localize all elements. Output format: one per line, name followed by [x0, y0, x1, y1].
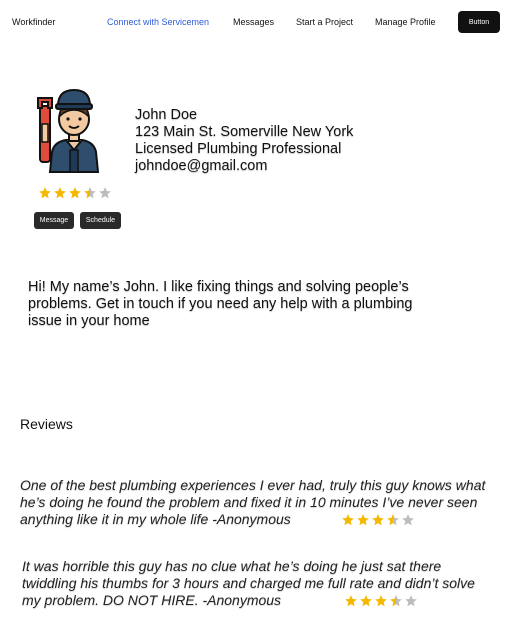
reviews-heading: Reviews	[20, 416, 73, 432]
profile-bio: Hi! My name’s John. I like fixing things…	[28, 279, 413, 329]
star-half-icon	[387, 514, 399, 526]
nav-link-connect[interactable]: Connect with Servicemen	[107, 17, 209, 27]
star-filled-icon	[54, 187, 66, 199]
profile-address: 123 Main St. Somerville New York	[135, 124, 354, 140]
review-item: It was horrible this guy has no clue wha…	[22, 558, 497, 609]
nav-link-start-project[interactable]: Start a Project	[296, 17, 353, 27]
review-item: One of the best plumbing experiences I e…	[20, 477, 490, 528]
star-filled-icon	[360, 595, 372, 607]
star-empty-icon	[99, 187, 111, 199]
profile-rating	[38, 186, 112, 200]
star-filled-icon	[345, 595, 357, 607]
star-empty-icon	[405, 595, 417, 607]
profile-email: johndoe@gmail.com	[135, 158, 268, 174]
message-button[interactable]: Message	[34, 212, 74, 229]
review-rating	[341, 513, 415, 527]
nav-button[interactable]: Button	[458, 11, 500, 33]
profile-title: Licensed Plumbing Professional	[135, 141, 342, 157]
star-filled-icon	[69, 187, 81, 199]
profile-name: John Doe	[135, 107, 198, 123]
nav-link-messages[interactable]: Messages	[233, 17, 274, 27]
star-filled-icon	[39, 187, 51, 199]
star-filled-icon	[342, 514, 354, 526]
star-empty-icon	[402, 514, 414, 526]
review-text: One of the best plumbing experiences I e…	[20, 477, 486, 527]
profile-info: John Doe 123 Main St. Somerville New Yor…	[135, 107, 353, 175]
nav-link-manage-profile[interactable]: Manage Profile	[375, 17, 436, 27]
star-filled-icon	[375, 595, 387, 607]
top-nav: Workfinder Connect with Servicemen Messa…	[0, 0, 515, 44]
star-filled-icon	[357, 514, 369, 526]
review-rating	[344, 594, 418, 608]
star-half-icon	[390, 595, 402, 607]
star-filled-icon	[372, 514, 384, 526]
plumber-avatar-icon	[36, 84, 112, 174]
schedule-button[interactable]: Schedule	[80, 212, 121, 229]
star-half-icon	[84, 187, 96, 199]
brand-logo[interactable]: Workfinder	[12, 17, 55, 27]
